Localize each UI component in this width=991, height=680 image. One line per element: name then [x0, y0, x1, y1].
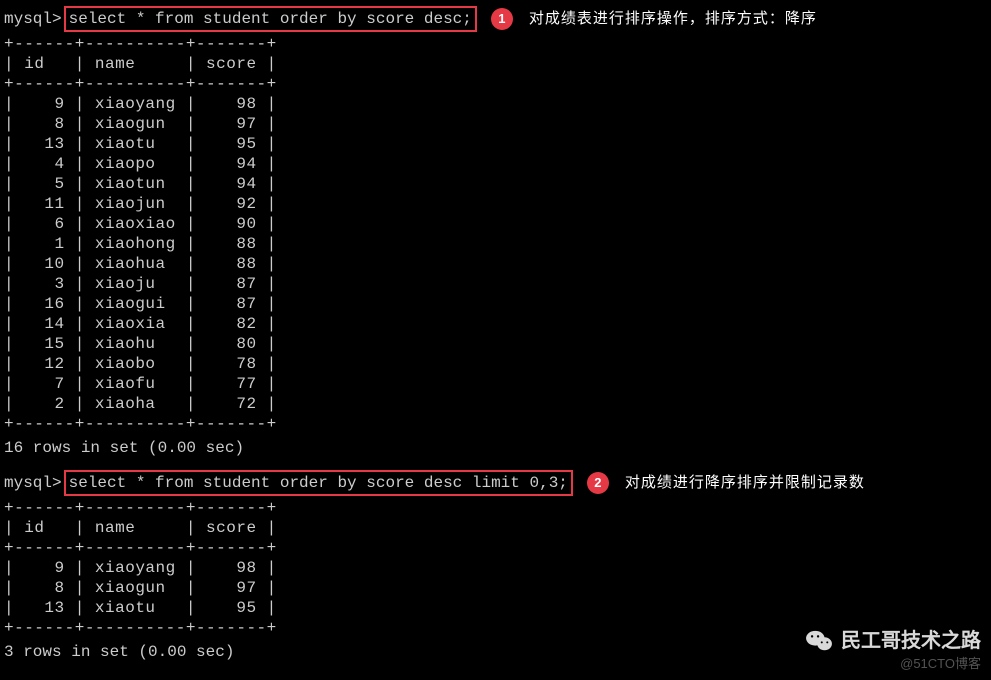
table-row: | 12 | xiaobo | 78 | — [4, 354, 987, 374]
mysql-prompt: mysql> — [4, 473, 62, 493]
watermark: 民工哥技术之路 @51CTO博客 — [805, 629, 981, 672]
table1-divider-bot: +------+----------+-------+ — [4, 414, 987, 434]
annotation-text-1: 对成绩表进行排序操作，排序方式：降序 — [523, 8, 823, 31]
table-row: | 8 | xiaogun | 97 | — [4, 114, 987, 134]
table2-divider-mid: +------+----------+-------+ — [4, 538, 987, 558]
annotation-badge-1: 1 — [491, 8, 513, 30]
table-row: | 13 | xiaotu | 95 | — [4, 134, 987, 154]
table-row: | 16 | xiaogui | 87 | — [4, 294, 987, 314]
table-row: | 3 | xiaoju | 87 | — [4, 274, 987, 294]
col-score-header: score — [196, 519, 267, 537]
table-row: | 2 | xiaoha | 72 | — [4, 394, 987, 414]
col-name-header: name — [85, 55, 186, 73]
table-row: | 15 | xiaohu | 80 | — [4, 334, 987, 354]
table-row: | 10 | xiaohua | 88 | — [4, 254, 987, 274]
table1-divider-top: +------+----------+-------+ — [4, 34, 987, 54]
col-name-header: name — [85, 519, 186, 537]
table-row: | 11 | xiaojun | 92 | — [4, 194, 987, 214]
table-row: | 9 | xiaoyang | 98 | — [4, 558, 987, 578]
watermark-main-text: 民工哥技术之路 — [841, 629, 981, 654]
table-row: | 8 | xiaogun | 97 | — [4, 578, 987, 598]
query1-footer: 16 rows in set (0.00 sec) — [4, 438, 987, 458]
annotation-badge-2: 2 — [587, 472, 609, 494]
col-id-header: id — [14, 55, 75, 73]
watermark-main: 民工哥技术之路 — [805, 629, 981, 654]
table2-header: | id | name | score | — [4, 518, 987, 538]
table-row: | 1 | xiaohong | 88 | — [4, 234, 987, 254]
table1-divider-mid: +------+----------+-------+ — [4, 74, 987, 94]
col-score-header: score — [196, 55, 267, 73]
table-row: | 9 | xiaoyang | 98 | — [4, 94, 987, 114]
table-row: | 5 | xiaotun | 94 | — [4, 174, 987, 194]
annotation-text-2: 对成绩进行降序排序并限制记录数 — [619, 472, 871, 495]
table-row: | 13 | xiaotu | 95 | — [4, 598, 987, 618]
table1-header: | id | name | score | — [4, 54, 987, 74]
table-row: | 4 | xiaopo | 94 | — [4, 154, 987, 174]
table-row: | 14 | xiaoxia | 82 | — [4, 314, 987, 334]
col-id-header: id — [14, 519, 75, 537]
query2-sql-highlight: select * from student order by score des… — [64, 470, 573, 496]
watermark-sub-text: @51CTO博客 — [805, 656, 981, 672]
table-row: | 7 | xiaofu | 77 | — [4, 374, 987, 394]
query1-prompt-line: mysql> select * from student order by sc… — [4, 6, 987, 32]
mysql-prompt: mysql> — [4, 9, 62, 29]
table1-body: | 9 | xiaoyang | 98 || 8 | xiaogun | 97 … — [4, 94, 987, 414]
wechat-icon — [805, 629, 833, 653]
query2-prompt-line: mysql> select * from student order by sc… — [4, 470, 987, 496]
table2-divider-top: +------+----------+-------+ — [4, 498, 987, 518]
table-row: | 6 | xiaoxiao | 90 | — [4, 214, 987, 234]
table2-body: | 9 | xiaoyang | 98 || 8 | xiaogun | 97 … — [4, 558, 987, 618]
query1-sql-highlight: select * from student order by score des… — [64, 6, 477, 32]
query2-sql: select * from student order by score des… — [69, 474, 568, 492]
query1-sql: select * from student order by score des… — [69, 10, 472, 28]
